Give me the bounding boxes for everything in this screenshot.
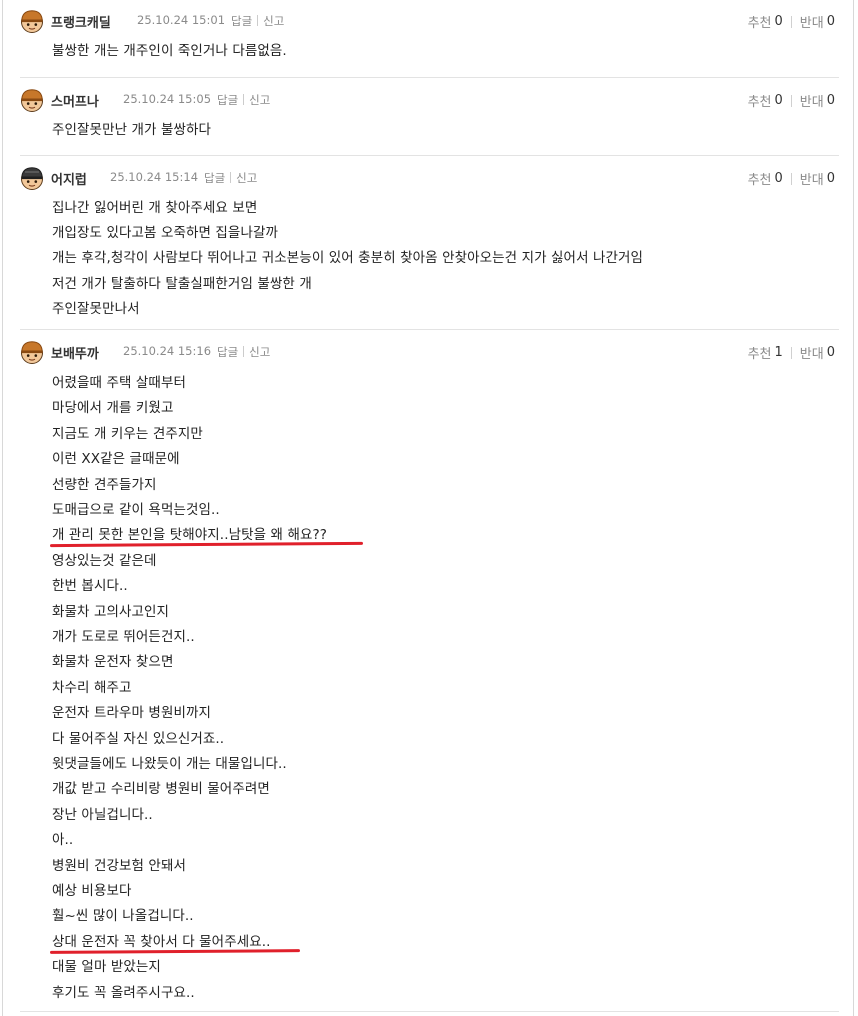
recommend-count: 0 [774, 14, 783, 29]
comment-divider [20, 329, 839, 330]
recommend-button[interactable]: 추천 [748, 169, 772, 188]
comment-divider [20, 77, 839, 78]
recommend-button[interactable]: 추천 [748, 12, 772, 31]
vote-separator [790, 15, 792, 28]
reply-button[interactable]: 답글 [217, 344, 238, 360]
red-underline-annotation [49, 949, 301, 954]
comment-text-line: 윗댓글들에도 나왔듯이 개는 대물입니다.. [52, 756, 287, 772]
comment-divider [20, 155, 839, 156]
comment-text-line: 주인잘못만난 개가 불쌍하다 [52, 122, 212, 138]
comment-nickname[interactable]: 프랭크캐딜 [51, 12, 111, 31]
vote-separator [790, 94, 792, 107]
comment-text-line: 개값 받고 수리비랑 병원비 물어주려면 [52, 781, 270, 797]
comment-text-line: 선량한 견주들가지 [52, 477, 157, 493]
reply-button[interactable]: 답글 [204, 170, 225, 186]
vote-box: 추천 0 반대 0 [748, 12, 835, 31]
comment-text-line: 아.. [52, 832, 74, 848]
recommend-button[interactable]: 추천 [748, 343, 772, 362]
vote-box: 추천 1 반대 0 [748, 343, 835, 362]
comment-text-line: 영상있는것 같은데 [52, 553, 157, 569]
oppose-button[interactable]: 반대 [800, 91, 824, 110]
comment-text-line: 이런 XX같은 글때문에 [52, 451, 180, 467]
report-button[interactable]: 신고 [236, 170, 257, 186]
comment-datetime: 25.10.24 15:14 [110, 170, 199, 184]
report-button[interactable]: 신고 [263, 13, 284, 29]
avatar-helmet-icon[interactable] [20, 88, 44, 112]
comment-text-line: 주인잘못만나서 [52, 301, 140, 317]
action-separator [257, 15, 259, 26]
comment-text-line: 지금도 개 키우는 견주지만 [52, 426, 203, 442]
comment-text-line: 후기도 꼭 올려주시구요.. [52, 985, 195, 1001]
comment-text-line: 도매급으로 같이 욕먹는것임.. [52, 502, 220, 518]
comment-list: 프랭크캐딜 25.10.24 15:01 답글 신고 추천 0 반대 0 불쌍한 개는 개주인이… [2, 0, 854, 1016]
comment-text-line: 운전자 트라우마 병원비까지 [52, 705, 212, 721]
vote-separator [790, 172, 792, 185]
oppose-count: 0 [826, 171, 835, 186]
oppose-count: 0 [826, 14, 835, 29]
comment-datetime: 25.10.24 15:16 [123, 344, 212, 358]
comment-nickname[interactable]: 보배뚜까 [51, 343, 99, 362]
comment-text-line: 개는 후각,청각이 사람보다 뛰어나고 귀소본능이 있어 충분히 찾아옴 안찾아… [52, 250, 644, 266]
action-separator [243, 346, 245, 357]
comment-nickname[interactable]: 어지럽 [51, 169, 87, 188]
oppose-button[interactable]: 반대 [800, 343, 824, 362]
comment-text-line: 다 물어주실 자신 있으신거죠.. [52, 731, 225, 747]
reply-button[interactable]: 답글 [217, 92, 238, 108]
avatar-dark-helmet-icon[interactable] [20, 166, 44, 190]
comment-text-line: 훨~씬 많이 나올겁니다.. [52, 908, 194, 924]
comment-text-line: 마당에서 개를 키웠고 [52, 400, 174, 416]
comment-text-line: 개가 도로로 뛰어든건지.. [52, 629, 195, 645]
comment-text-line: 한번 봅시다.. [52, 578, 128, 594]
comment-text-line: 대물 얼마 받았는지 [52, 959, 161, 975]
oppose-count: 0 [826, 345, 835, 360]
recommend-count: 0 [774, 171, 783, 186]
avatar-helmet-icon[interactable] [20, 9, 44, 33]
recommend-count: 1 [774, 345, 783, 360]
oppose-button[interactable]: 반대 [800, 12, 824, 31]
comment-text-line: 화물차 운전자 찾으면 [52, 654, 174, 670]
comment-text-line: 개입장도 있다고봄 오죽하면 집을나갈까 [52, 225, 279, 241]
comment-text-line: 어렸을때 주택 살때부터 [52, 375, 186, 391]
comment-text-line: 불쌍한 개는 개주인이 죽인거나 다름없음. [52, 43, 287, 59]
comment-nickname[interactable]: 스머프나 [51, 91, 99, 110]
reply-button[interactable]: 답글 [231, 13, 252, 29]
comment-text-line: 병원비 건강보험 안돼서 [52, 858, 186, 874]
comment-divider [20, 1011, 839, 1012]
comment-text-line: 상대 운전자 꼭 찾아서 다 물어주세요.. [52, 934, 271, 950]
comment-text-line: 예상 비용보다 [52, 883, 132, 899]
oppose-button[interactable]: 반대 [800, 169, 824, 188]
recommend-count: 0 [774, 93, 783, 108]
comment-text-line: 장난 아닐겁니다.. [52, 807, 153, 823]
comment-datetime: 25.10.24 15:05 [123, 92, 212, 106]
vote-box: 추천 0 반대 0 [748, 169, 835, 188]
vote-separator [790, 346, 792, 359]
report-button[interactable]: 신고 [249, 344, 270, 360]
oppose-count: 0 [826, 93, 835, 108]
avatar-helmet-icon[interactable] [20, 340, 44, 364]
action-separator [230, 172, 232, 183]
comment-text-line: 개 관리 못한 본인을 탓해야지..남탓을 왜 해요?? [52, 527, 328, 543]
comment-datetime: 25.10.24 15:01 [137, 13, 226, 27]
comment-text-line: 저건 개가 탈출하다 탈출실패한거임 불쌍한 개 [52, 276, 312, 292]
comment-text-line: 차수리 해주고 [52, 680, 132, 696]
action-separator [243, 94, 245, 105]
comment-text-line: 집나간 잃어버린 개 찾아주세요 보면 [52, 200, 258, 216]
comment-text-line: 화물차 고의사고인지 [52, 604, 170, 620]
report-button[interactable]: 신고 [249, 92, 270, 108]
recommend-button[interactable]: 추천 [748, 91, 772, 110]
vote-box: 추천 0 반대 0 [748, 91, 835, 110]
